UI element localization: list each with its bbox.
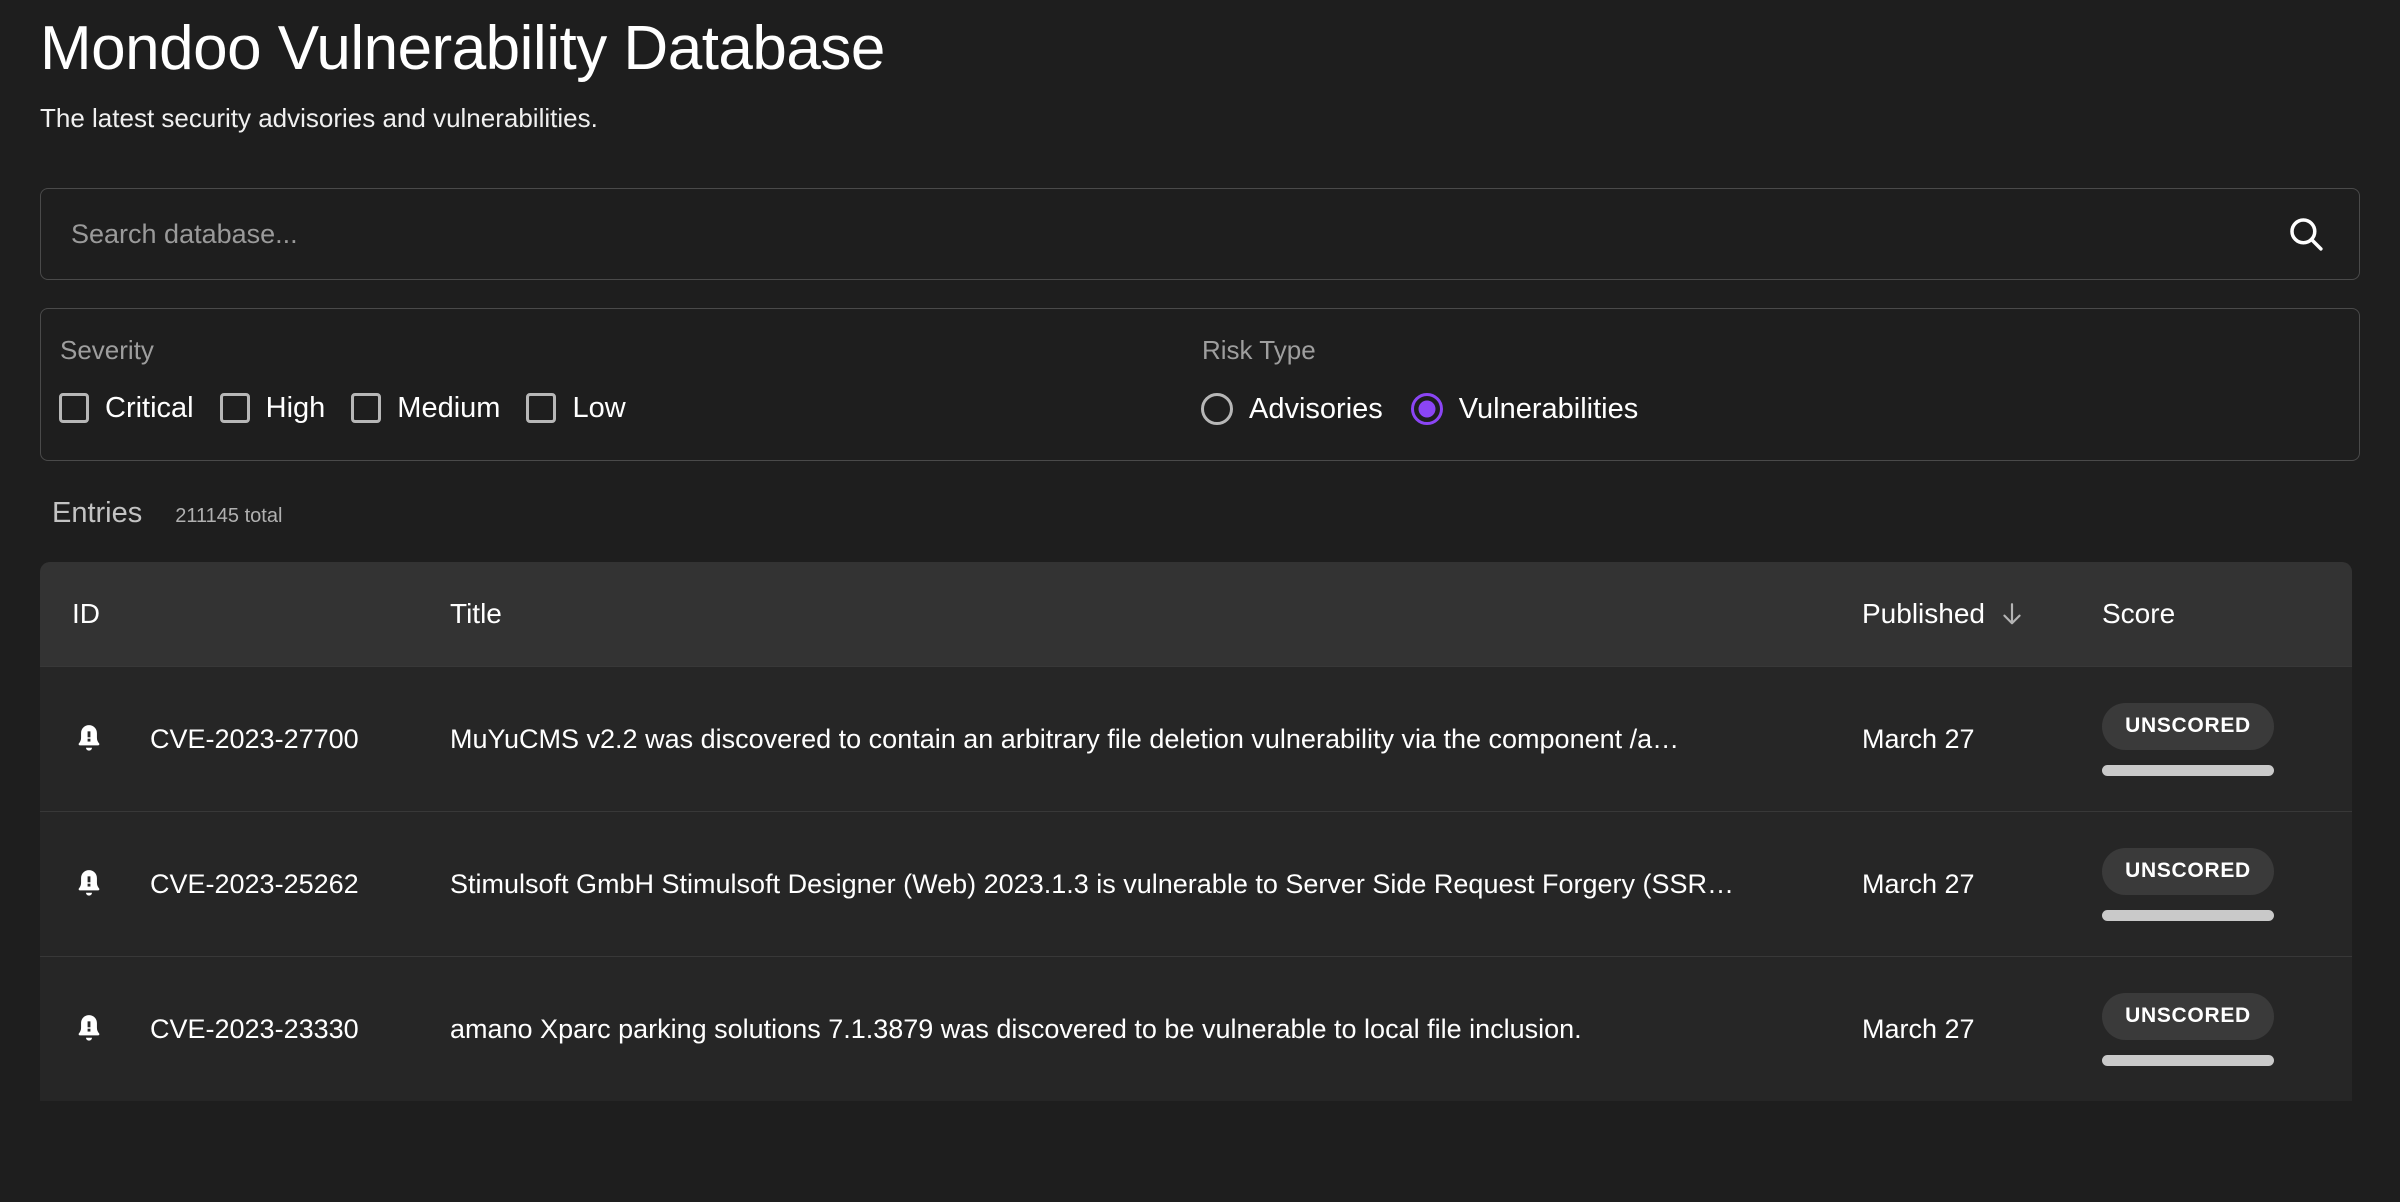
- search-input[interactable]: [71, 189, 2285, 279]
- bell-alert-icon: [72, 722, 106, 756]
- checkbox-critical[interactable]: [59, 393, 89, 423]
- entries-bar: Entries 211145 total: [40, 497, 2360, 530]
- score-bar: [2102, 910, 2274, 921]
- status-badge: UNSCORED: [2102, 993, 2274, 1040]
- checkbox-medium[interactable]: [351, 393, 381, 423]
- severity-options: Critical High Medium Low: [59, 393, 1201, 423]
- cve-id: CVE-2023-23330: [150, 1014, 359, 1045]
- cell-published: March 27: [1862, 869, 2102, 900]
- severity-legend: Severity: [59, 337, 1201, 363]
- cell-id: CVE-2023-27700: [40, 722, 450, 756]
- cve-id: CVE-2023-25262: [150, 869, 359, 900]
- entries-table: ID Title Published Score: [40, 562, 2352, 1101]
- radio-advisories[interactable]: [1201, 393, 1233, 425]
- score-bar: [2102, 1055, 2274, 1066]
- status-badge: UNSCORED: [2102, 848, 2274, 895]
- page-subtitle: The latest security advisories and vulne…: [40, 105, 2360, 131]
- row-title: MuYuCMS v2.2 was discovered to contain a…: [450, 724, 1838, 755]
- entries-label: Entries: [52, 497, 142, 530]
- column-header-id[interactable]: ID: [40, 598, 450, 630]
- severity-option-high[interactable]: High: [220, 393, 326, 423]
- filters-panel: Severity Critical High Medium Low: [40, 308, 2360, 461]
- severity-label-high: High: [266, 394, 326, 423]
- radio-vulnerabilities[interactable]: [1411, 393, 1443, 425]
- risk-type-label-advisories: Advisories: [1249, 395, 1383, 424]
- severity-label-critical: Critical: [105, 394, 194, 423]
- risk-type-legend: Risk Type: [1201, 337, 1638, 363]
- cell-score: UNSCORED: [2102, 848, 2352, 921]
- column-header-title[interactable]: Title: [450, 598, 1862, 630]
- severity-option-medium[interactable]: Medium: [351, 393, 500, 423]
- page-title: Mondoo Vulnerability Database: [40, 0, 2360, 80]
- cell-score: UNSCORED: [2102, 993, 2352, 1066]
- risk-type-filter-group: Risk Type Advisories Vulnerabilities: [1201, 337, 1638, 460]
- severity-label-medium: Medium: [397, 394, 500, 423]
- bell-alert-icon: [72, 867, 106, 901]
- column-header-score[interactable]: Score: [2102, 598, 2352, 630]
- risk-type-option-advisories[interactable]: Advisories: [1201, 393, 1383, 425]
- search-bar[interactable]: [40, 188, 2360, 280]
- published-date: March 27: [1862, 869, 1975, 899]
- risk-type-label-vulnerabilities: Vulnerabilities: [1459, 395, 1638, 424]
- severity-option-critical[interactable]: Critical: [59, 393, 194, 423]
- published-date: March 27: [1862, 724, 1975, 754]
- table-header-row: ID Title Published Score: [40, 562, 2352, 666]
- checkbox-low[interactable]: [526, 393, 556, 423]
- entries-total-count: 211145 total: [175, 505, 282, 528]
- table-row[interactable]: CVE-2023-23330 amano Xparc parking solut…: [40, 956, 2352, 1101]
- risk-type-options: Advisories Vulnerabilities: [1201, 393, 1638, 425]
- table-row[interactable]: CVE-2023-27700 MuYuCMS v2.2 was discover…: [40, 666, 2352, 811]
- cell-score: UNSCORED: [2102, 703, 2352, 776]
- checkbox-high[interactable]: [220, 393, 250, 423]
- score-indicator: UNSCORED: [2102, 703, 2274, 776]
- row-title: Stimulsoft GmbH Stimulsoft Designer (Web…: [450, 869, 1838, 900]
- search-icon[interactable]: [2285, 213, 2327, 255]
- cell-title: MuYuCMS v2.2 was discovered to contain a…: [450, 724, 1862, 755]
- cell-title: Stimulsoft GmbH Stimulsoft Designer (Web…: [450, 869, 1862, 900]
- severity-filter-group: Severity Critical High Medium Low: [59, 337, 1201, 460]
- cell-title: amano Xparc parking solutions 7.1.3879 w…: [450, 1014, 1862, 1045]
- status-badge: UNSCORED: [2102, 703, 2274, 750]
- sort-descending-arrow-icon[interactable]: [1985, 601, 2025, 627]
- risk-type-option-vulnerabilities[interactable]: Vulnerabilities: [1411, 393, 1638, 425]
- page-root: Mondoo Vulnerability Database The latest…: [0, 0, 2400, 1202]
- row-title: amano Xparc parking solutions 7.1.3879 w…: [450, 1014, 1838, 1045]
- cve-id: CVE-2023-27700: [150, 724, 359, 755]
- table-row[interactable]: CVE-2023-25262 Stimulsoft GmbH Stimulsof…: [40, 811, 2352, 956]
- cell-published: March 27: [1862, 724, 2102, 755]
- bell-alert-icon: [72, 1012, 106, 1046]
- severity-option-low[interactable]: Low: [526, 393, 625, 423]
- published-date: March 27: [1862, 1014, 1975, 1044]
- score-indicator: UNSCORED: [2102, 848, 2274, 921]
- score-bar: [2102, 765, 2274, 776]
- column-header-published[interactable]: Published: [1862, 598, 2102, 630]
- cell-id: CVE-2023-25262: [40, 867, 450, 901]
- column-header-published-label: Published: [1862, 598, 1985, 630]
- cell-id: CVE-2023-23330: [40, 1012, 450, 1046]
- cell-published: March 27: [1862, 1014, 2102, 1045]
- score-indicator: UNSCORED: [2102, 993, 2274, 1066]
- severity-label-low: Low: [572, 394, 625, 423]
